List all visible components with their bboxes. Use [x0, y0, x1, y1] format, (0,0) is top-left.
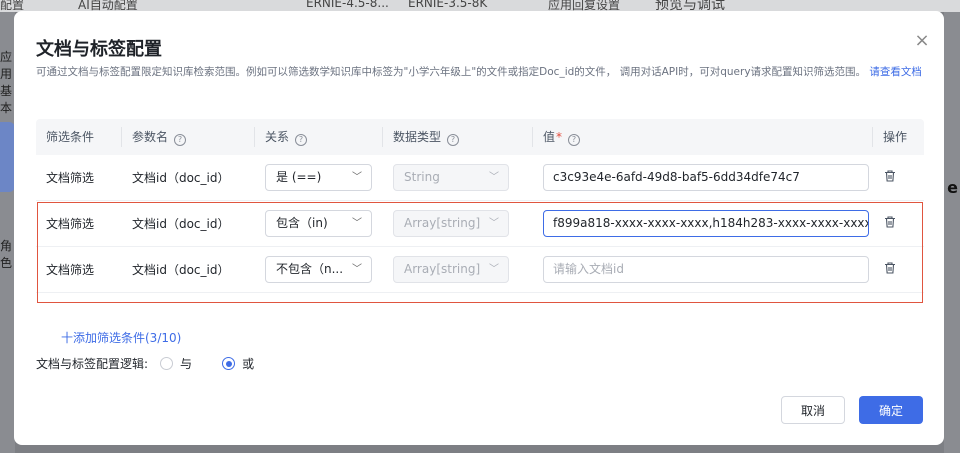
- help-icon[interactable]: ?: [568, 134, 581, 146]
- radio-and[interactable]: [160, 357, 174, 370]
- data-type-select: String ﹀: [393, 164, 509, 191]
- param-cell: 文档id（doc_id）: [132, 171, 230, 185]
- header-param: 参数名?: [122, 119, 255, 155]
- data-type-select: Array[string] ﹀: [393, 210, 509, 237]
- table-header: 筛选条件 参数名? 关系? 数据类型? 值*? 操作: [36, 119, 924, 155]
- header-relation: 关系?: [255, 119, 383, 155]
- background-left-panel: 应用 基本 角色: [0, 12, 15, 453]
- param-cell: 文档id（doc_id）: [132, 263, 230, 277]
- radio-or[interactable]: [222, 357, 236, 370]
- background-right-panel: e: [944, 12, 960, 453]
- bg-left-item: 基本: [0, 84, 13, 115]
- data-type-select: Array[string] ﹀: [393, 256, 509, 283]
- table-row: 文档筛选 文档id（doc_id） 不包含（n... ﹀ Array[string…: [36, 247, 924, 293]
- bg-model-2: ERNIE-3.5-8K: [408, 0, 488, 10]
- help-icon[interactable]: ?: [174, 134, 187, 146]
- relation-select[interactable]: 是 (==) ﹀: [265, 164, 372, 191]
- chevron-down-icon: ﹀: [489, 264, 499, 275]
- required-mark: *: [556, 130, 563, 144]
- dialog-description: 可通过文档与标签配置限定知识库检索范围。例如可以筛选数学知识库中标签为"小学六年…: [36, 64, 926, 81]
- header-condition: 筛选条件: [36, 119, 122, 155]
- header-value: 值*?: [533, 119, 873, 155]
- condition-cell: 文档筛选: [46, 171, 95, 185]
- bg-left-item: 应用: [0, 50, 13, 81]
- condition-cell: 文档筛选: [46, 263, 95, 277]
- ok-button[interactable]: 确定: [859, 396, 923, 424]
- value-input[interactable]: c3c93e4e-6afd-49d8-baf5-6dd34dfe74c7: [543, 164, 869, 191]
- add-filter-link[interactable]: 十添加筛选条件(3/10): [61, 329, 181, 346]
- chevron-down-icon: ﹀: [352, 264, 362, 275]
- delete-icon[interactable]: [883, 169, 897, 183]
- cancel-button[interactable]: 取消: [781, 396, 845, 424]
- doc-tag-config-dialog: × 文档与标签配置 可通过文档与标签配置限定知识库检索范围。例如可以筛选数学知识…: [14, 11, 944, 445]
- header-action: 操作: [883, 130, 908, 144]
- dialog-title: 文档与标签配置: [36, 39, 162, 60]
- delete-icon[interactable]: [883, 261, 897, 275]
- bg-right-glyph: e: [947, 178, 958, 197]
- chevron-down-icon: ﹀: [489, 218, 499, 229]
- table-row: 文档筛选 文档id（doc_id） 是 (==) ﹀ String ﹀ c3c93e…: [36, 155, 924, 201]
- condition-cell: 文档筛选: [46, 217, 95, 231]
- description-text: 可通过文档与标签配置限定知识库检索范围。例如可以筛选数学知识库中标签为"小学六年…: [36, 66, 867, 78]
- delete-icon[interactable]: [883, 215, 897, 229]
- logic-label: 文档与标签配置逻辑:: [36, 357, 149, 371]
- logic-selector: 文档与标签配置逻辑: 与 或: [36, 355, 272, 372]
- filter-table: 筛选条件 参数名? 关系? 数据类型? 值*? 操作 文档筛选 文档id（doc…: [36, 119, 924, 293]
- help-icon[interactable]: ?: [447, 134, 460, 146]
- logic-option-and[interactable]: 与: [180, 355, 192, 372]
- bg-left-highlight: [0, 122, 15, 192]
- table-row: 文档筛选 文档id（doc_id） 包含（in) ﹀ Array[string] ﹀…: [36, 201, 924, 247]
- chevron-down-icon: ﹀: [489, 172, 499, 183]
- value-input[interactable]: 请输入文档id: [543, 256, 869, 283]
- chevron-down-icon: ﹀: [352, 172, 362, 183]
- view-docs-link[interactable]: 请查看文档: [869, 66, 922, 78]
- header-data-type: 数据类型?: [383, 119, 533, 155]
- logic-option-or[interactable]: 或: [242, 355, 254, 372]
- param-cell: 文档id（doc_id）: [132, 217, 230, 231]
- close-icon[interactable]: ×: [914, 32, 930, 50]
- bg-left-item: 角色: [0, 239, 13, 270]
- value-input[interactable]: f899a818-xxxx-xxxx-xxxx,h184h283-xxxx-xx…: [543, 210, 869, 237]
- bg-model-1: ERNIE-4.5-8...: [306, 0, 389, 10]
- chevron-down-icon: ﹀: [352, 218, 362, 229]
- help-icon[interactable]: ?: [295, 134, 308, 146]
- relation-select[interactable]: 包含（in) ﹀: [265, 210, 372, 237]
- relation-select[interactable]: 不包含（n... ﹀: [265, 256, 372, 283]
